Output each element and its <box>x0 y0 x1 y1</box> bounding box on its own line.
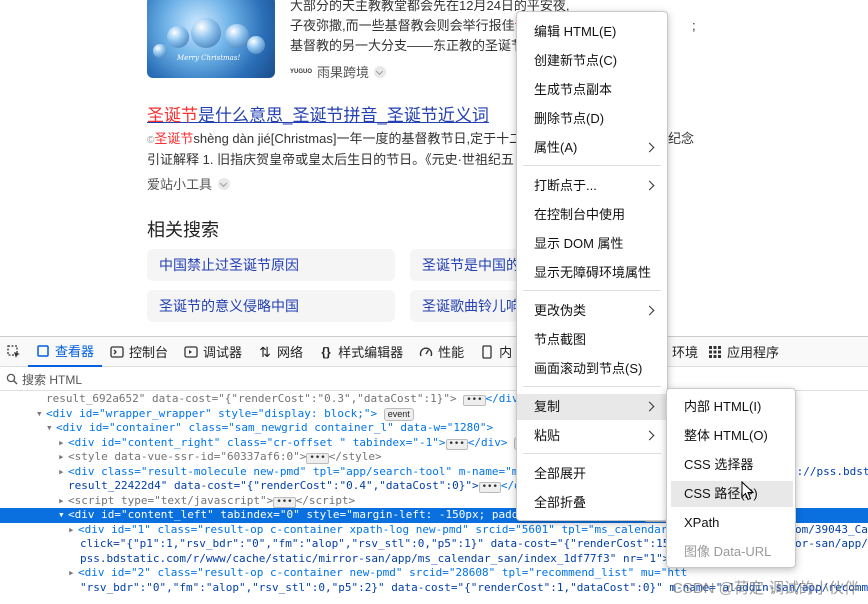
menu-separator <box>523 290 661 291</box>
chevron-down-icon[interactable] <box>218 177 231 190</box>
menu-separator <box>523 386 661 387</box>
menu-item-use-in-console[interactable]: 在控制台中使用 <box>517 202 667 228</box>
menu-item-scroll-into-view[interactable]: 画面滚动到节点(S) <box>517 356 667 382</box>
menu-separator <box>523 453 661 454</box>
menu-item-paste[interactable]: 粘贴 <box>517 423 667 449</box>
related-search-item[interactable]: 圣诞节的意义侵略中国 <box>147 290 395 322</box>
chevron-right-icon <box>644 401 655 412</box>
memory-icon <box>482 344 492 359</box>
chevron-down-icon[interactable] <box>374 65 387 78</box>
context-menu: 编辑 HTML(E) 创建新节点(C) 生成节点副本 删除节点(D) 属性(A)… <box>516 11 668 521</box>
submenu-item-css-path[interactable]: CSS 路径(P) <box>671 481 793 507</box>
result-source[interactable]: YUGUO 雨果跨境 <box>290 62 387 81</box>
snippet-line-2: 子夜弥撒,而一些基督教会则会举行报佳诞节; <box>290 18 696 33</box>
network-icon: ⇅ <box>259 343 271 360</box>
source-name: 爱站小工具 <box>147 177 213 192</box>
menu-item-show-accessibility-properties[interactable]: 显示无障碍环境属性 <box>517 260 667 286</box>
chevron-right-icon <box>644 430 655 441</box>
copy-submenu: 内部 HTML(I) 整体 HTML(O) CSS 选择器 CSS 路径(P) … <box>666 388 796 568</box>
source-logo: YUGUO <box>290 68 313 75</box>
menu-item-edit-html[interactable]: 编辑 HTML(E) <box>517 19 667 45</box>
tab-debugger[interactable]: 调试器 <box>176 337 250 367</box>
chevron-right-icon <box>644 142 655 153</box>
tab-application[interactable]: 应用程序 <box>700 337 787 367</box>
submenu-item-outer-html[interactable]: 整体 HTML(O) <box>667 423 795 449</box>
related-search-item[interactable]: 圣诞节是中国的 <box>410 249 520 281</box>
menu-item-break-on[interactable]: 打断点于... <box>517 173 667 199</box>
source-name: 雨果跨境 <box>317 65 370 80</box>
tab-performance[interactable]: 性能 <box>411 337 472 367</box>
submenu-item-image-data-url: 图像 Data-URL <box>684 544 772 559</box>
menu-item-attributes[interactable]: 属性(A) <box>517 135 667 161</box>
search-input-placeholder[interactable]: 搜索 HTML <box>22 371 82 388</box>
menu-item-delete-node[interactable]: 删除节点(D) <box>517 106 667 132</box>
menu-item-create-node[interactable]: 创建新节点(C) <box>517 48 667 74</box>
result-source-2[interactable]: 爱站小工具 <box>147 174 231 193</box>
submenu-item-xpath[interactable]: XPath <box>667 510 795 536</box>
search-icon <box>6 373 18 385</box>
tab-inspector[interactable]: 查看器 <box>28 337 103 367</box>
performance-icon <box>419 347 433 356</box>
thumbnail-caption: Merry Christmas! <box>177 54 241 62</box>
tab-memory[interactable]: 内 <box>472 337 520 367</box>
tab-network[interactable]: ⇅ 网络 <box>250 337 311 367</box>
style-editor-icon: {} <box>321 344 331 359</box>
watermark: CSDN @荷定·调试的小伙伴 <box>672 580 859 597</box>
console-icon <box>110 345 124 358</box>
snippet-line-3: 基督教的另一大分支——东正教的圣诞节 <box>290 38 525 53</box>
result-description-line-2: 引证解释 1. 旧指庆贺皇帝或皇太后生日的节日。《元史·世祖纪五 <box>147 152 514 167</box>
tab-console[interactable]: 控制台 <box>102 337 176 367</box>
element-picker-button[interactable] <box>0 337 28 367</box>
related-search-item[interactable]: 圣诞歌曲铃儿响 <box>410 290 520 322</box>
submenu-item-css-selector[interactable]: CSS 选择器 <box>667 452 795 478</box>
chevron-right-icon <box>644 305 655 316</box>
mouse-cursor-icon <box>741 481 755 501</box>
inspector-icon <box>37 344 49 357</box>
search-results-page: Merry Christmas! 大部分的天主教教堂都会先在12月24日的平安夜… <box>0 0 868 336</box>
menu-item-copy[interactable]: 复制 <box>517 394 667 420</box>
picker-icon <box>7 344 20 358</box>
submenu-item-inner-html[interactable]: 内部 HTML(I) <box>667 394 795 420</box>
menu-separator <box>523 165 661 166</box>
chevron-right-icon <box>644 180 655 191</box>
result-title-link[interactable]: 圣诞节是什么意思_圣诞节拼音_圣诞节近义词 <box>147 101 489 126</box>
menu-item-screenshot-node[interactable]: 节点截图 <box>517 327 667 353</box>
related-search-heading: 相关搜索 <box>147 220 219 240</box>
devtools-toolbar: 查看器 控制台 调试器 ⇅ 网络 {} 样式编辑器 性能 内 环境 应用程序 <box>0 337 868 367</box>
debugger-icon <box>184 345 198 358</box>
tab-style-editor[interactable]: {} 样式编辑器 <box>311 337 411 367</box>
menu-item-change-pseudo-class[interactable]: 更改伪类 <box>517 298 667 324</box>
related-search-item[interactable]: 中国禁止过圣诞节原因 <box>147 249 395 281</box>
menu-item-collapse-all[interactable]: 全部折叠 <box>517 490 667 516</box>
menu-item-expand-all[interactable]: 全部展开 <box>517 461 667 487</box>
menu-item-duplicate-node[interactable]: 生成节点副本 <box>517 77 667 103</box>
menu-item-show-dom-properties[interactable]: 显示 DOM 属性 <box>517 231 667 257</box>
result-description: ©圣诞节shèng dàn jié[Christmas]一年一度的基督教节日,定… <box>147 131 695 146</box>
application-icon <box>709 345 721 358</box>
result-thumbnail[interactable]: Merry Christmas! <box>147 0 275 78</box>
